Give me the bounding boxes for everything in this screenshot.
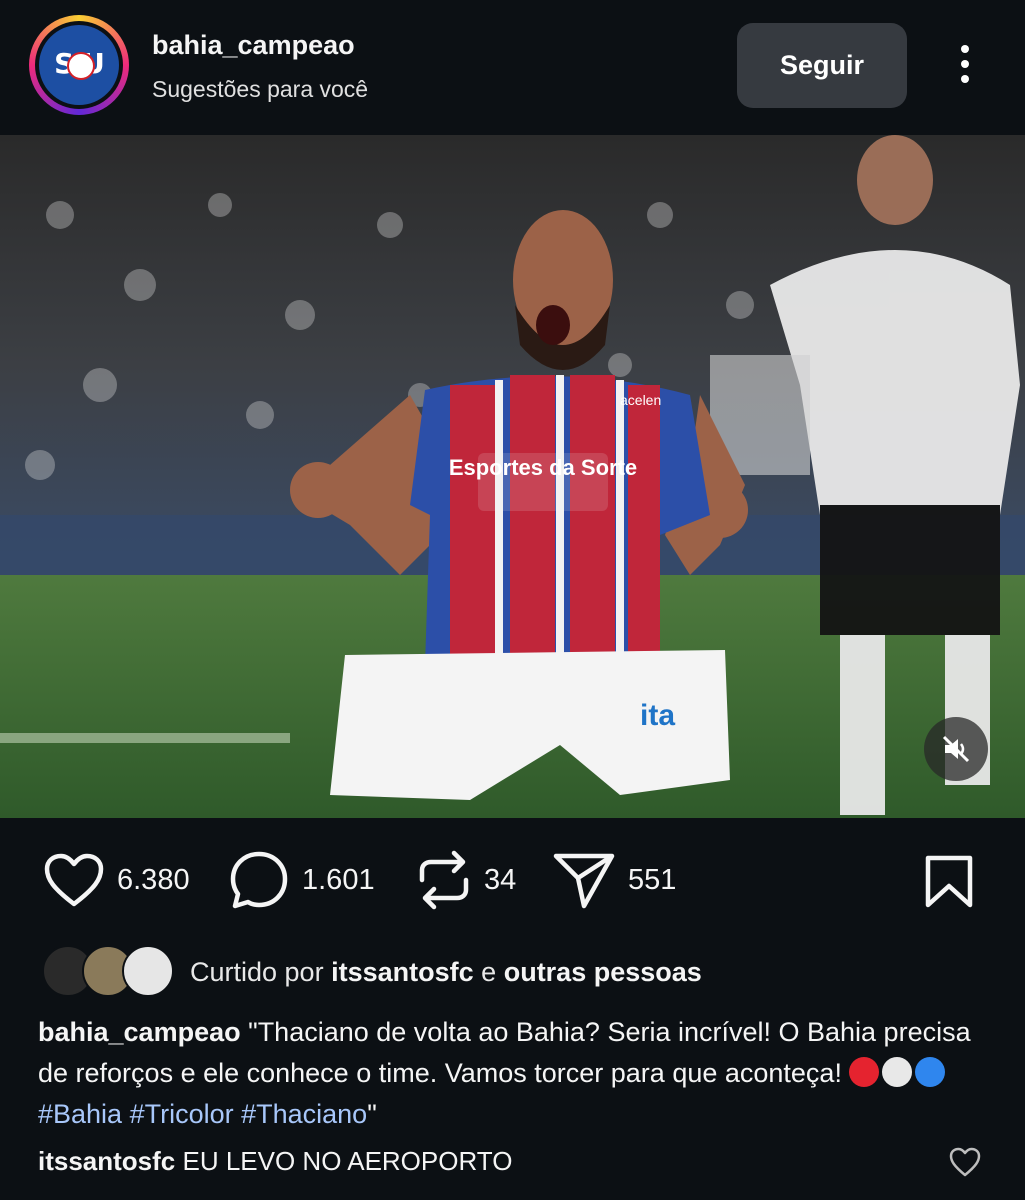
liked-by-row[interactable]: Curtido por itssantosfc e outras pessoas (40, 945, 1000, 997)
more-options-icon[interactable] (950, 40, 980, 94)
comment-action[interactable]: 1.601 (228, 840, 375, 920)
post-username[interactable]: bahia_campeao (152, 30, 355, 61)
blue-circle-emoji (915, 1057, 946, 1087)
post-media[interactable]: Esportes da Sorte acelen ita (0, 135, 1025, 818)
comment-username[interactable]: itssantosfc (38, 1146, 175, 1176)
send-icon[interactable] (552, 850, 616, 910)
post-header: S U bahia_campeao Sugestões para você Se… (0, 0, 1025, 135)
liked-by-text: Curtido por itssantosfc e outras pessoas (190, 957, 702, 987)
repost-icon[interactable] (416, 848, 472, 912)
jersey-sponsor: Esportes da Sorte (449, 455, 637, 480)
kit-brand: acelen (620, 392, 661, 408)
follow-button[interactable]: Seguir (737, 23, 907, 108)
white-circle-emoji (882, 1057, 913, 1087)
comment-text: EU LEVO NO AEROPORTO (182, 1146, 513, 1176)
like-count: 6.380 (117, 863, 190, 896)
caption-hashtags[interactable]: #Bahia #Tricolor #Thaciano (38, 1099, 367, 1129)
shorts-sponsor: ita (640, 699, 675, 732)
like-action[interactable]: 6.380 (43, 840, 190, 920)
share-count: 551 (628, 863, 677, 896)
caption-username[interactable]: bahia_campeao (38, 1017, 241, 1047)
comment-count: 1.601 (302, 863, 375, 896)
mute-toggle-button[interactable] (924, 717, 988, 781)
bookmark-icon[interactable] (922, 855, 976, 909)
post-caption: bahia_campeao "Thaciano de volta ao Bahi… (38, 1017, 971, 1129)
comment-like-button[interactable] (948, 1146, 982, 1183)
repost-action[interactable]: 34 (416, 840, 516, 920)
top-comment: itssantosfc EU LEVO NO AEROPORTO (38, 1146, 512, 1177)
liked-by-user[interactable]: itssantosfc (331, 957, 474, 987)
post-actions: 6.380 1.601 34 551 (0, 840, 1025, 920)
share-action[interactable]: 551 (552, 840, 676, 920)
club-logo: S U (39, 25, 119, 105)
post-photo: Esportes da Sorte acelen ita (0, 135, 1025, 818)
repost-count: 34 (484, 863, 517, 896)
liker-avatar (122, 945, 174, 997)
heart-icon[interactable] (43, 852, 105, 908)
liked-by-others[interactable]: outras pessoas (504, 957, 702, 987)
save-button[interactable] (922, 855, 976, 914)
heart-icon[interactable] (948, 1146, 982, 1178)
red-circle-emoji (849, 1057, 880, 1087)
post-subtitle: Sugestões para você (152, 76, 369, 102)
profile-avatar[interactable]: S U (29, 15, 129, 115)
speaker-muted-icon (942, 735, 970, 763)
club-crest-icon (67, 52, 95, 80)
comment-bubble-icon[interactable] (228, 849, 290, 911)
